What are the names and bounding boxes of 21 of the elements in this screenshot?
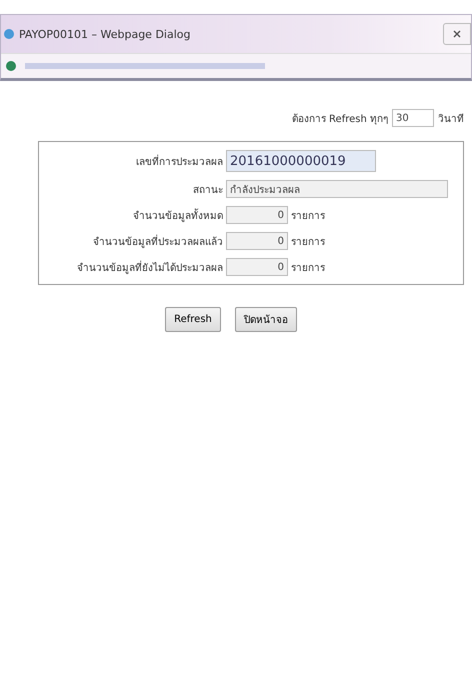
unit-label: รายการ xyxy=(291,210,325,222)
refresh-unit: วินาที xyxy=(438,112,464,126)
close-icon xyxy=(453,30,461,38)
close-button[interactable] xyxy=(443,23,471,45)
field-label: เลขที่การประมวลผล xyxy=(135,154,223,168)
close-window-button[interactable]: ปิดหน้าจอ xyxy=(234,307,297,332)
field-label: จำนวนข้อมูลที่ประมวลผลแล้ว xyxy=(92,234,223,248)
refresh-button[interactable]: Refresh xyxy=(165,307,221,332)
field-label: จำนวนข้อมูลที่ยังไม่ได้ประมวลผล xyxy=(76,260,223,274)
count-field[interactable]: 0 xyxy=(226,258,288,276)
status-field[interactable]: กำลังประมวลผล xyxy=(226,180,448,198)
count-field[interactable]: 0 xyxy=(226,232,288,250)
field-label: สถานะ xyxy=(192,184,223,196)
field-label: จำนวนข้อมูลทั้งหมด xyxy=(132,208,223,222)
process-number-field[interactable]: 20161000000019 xyxy=(226,150,376,172)
window-title: PAYOP00101 – Webpage Dialog xyxy=(19,28,190,40)
refresh-input[interactable]: 30 xyxy=(392,109,434,127)
unit-label: รายการ xyxy=(291,236,325,248)
count-field[interactable]: 0 xyxy=(226,206,288,224)
refresh-label: ต้องการ Refresh ทุกๆ xyxy=(292,112,388,126)
unit-label: รายการ xyxy=(291,262,325,274)
